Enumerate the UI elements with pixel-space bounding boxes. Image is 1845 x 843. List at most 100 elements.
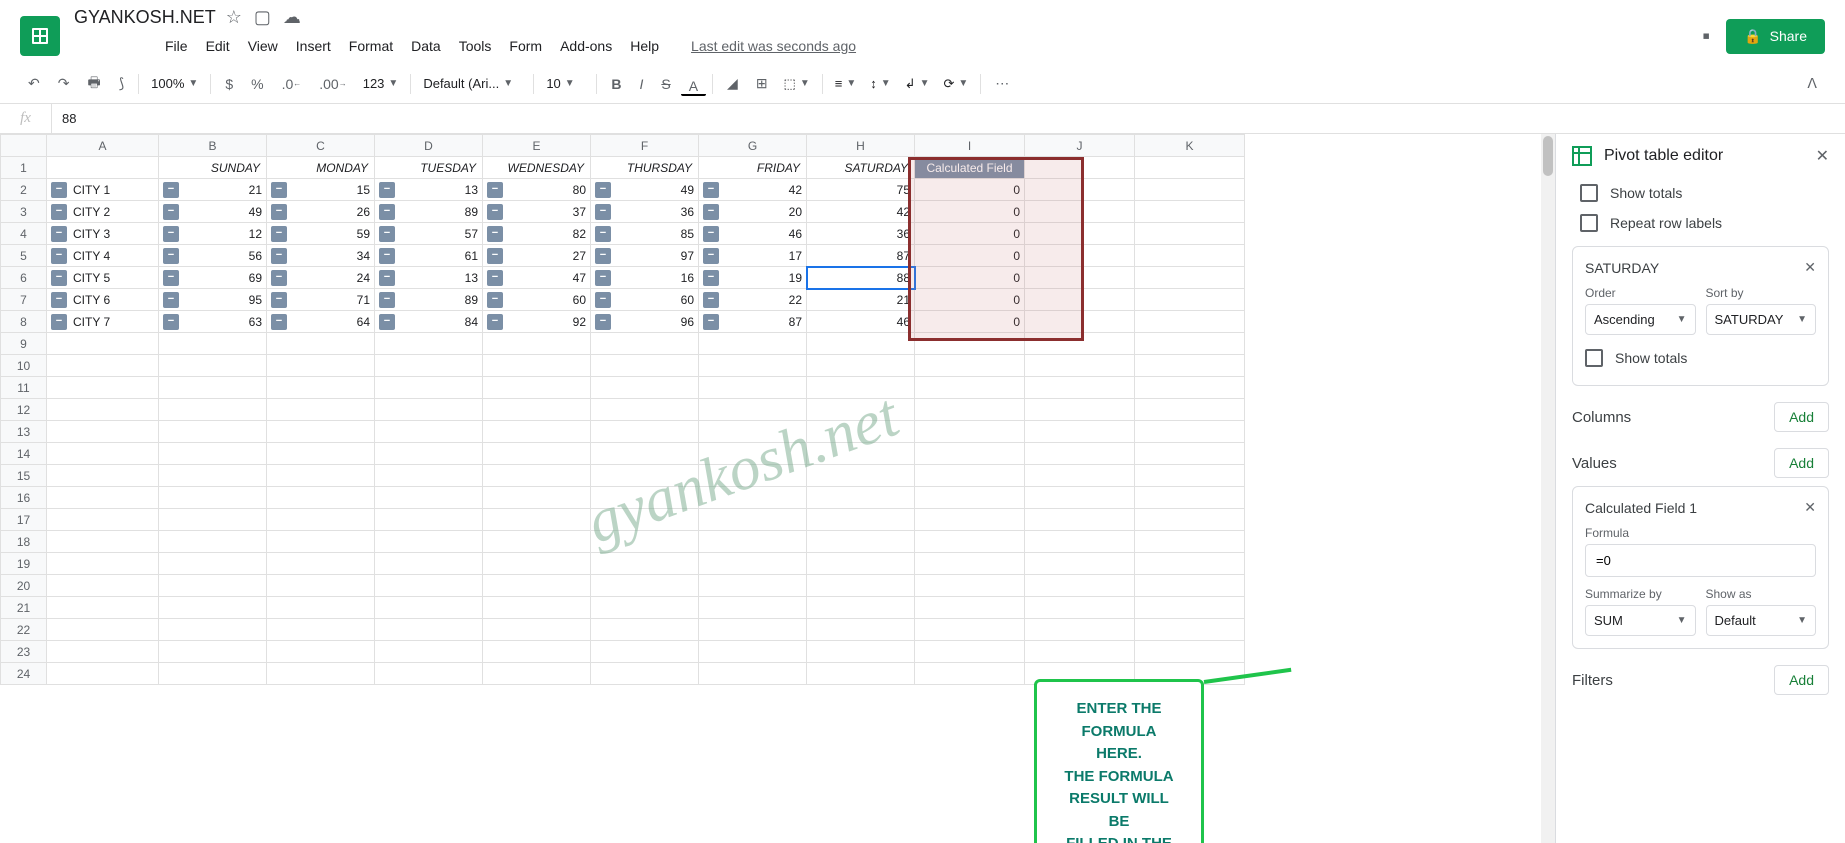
menu-edit[interactable]: Edit (199, 34, 237, 58)
sidebar-close-button[interactable]: ✕ (1816, 146, 1829, 166)
cell[interactable] (1135, 487, 1245, 509)
collapse-icon[interactable]: − (51, 270, 67, 286)
collapse-icon[interactable]: − (703, 182, 719, 198)
row-header[interactable]: 2 (1, 179, 47, 201)
row-header[interactable]: 19 (1, 553, 47, 575)
collapse-icon[interactable]: − (379, 226, 395, 242)
star-icon[interactable]: ☆ (226, 7, 242, 28)
wrap-button[interactable]: ↲▼ (899, 72, 936, 96)
cell[interactable] (1025, 619, 1135, 641)
cell[interactable] (1025, 289, 1135, 311)
cell[interactable] (47, 421, 159, 443)
row-header[interactable]: 21 (1, 597, 47, 619)
value-cell[interactable]: 88 (807, 267, 915, 289)
cell[interactable] (47, 157, 159, 179)
cell[interactable] (375, 531, 483, 553)
collapse-icon[interactable]: − (379, 204, 395, 220)
row-header[interactable]: 1 (1, 157, 47, 179)
value-cell[interactable]: −89 (375, 201, 483, 223)
rotate-button[interactable]: ⟳▼ (937, 72, 974, 96)
cell[interactable] (159, 355, 267, 377)
cell[interactable] (699, 641, 807, 663)
collapse-icon[interactable]: − (51, 182, 67, 198)
cell[interactable] (915, 465, 1025, 487)
cell[interactable] (267, 377, 375, 399)
cell[interactable] (483, 531, 591, 553)
row-header[interactable]: 4 (1, 223, 47, 245)
cell[interactable] (1025, 487, 1135, 509)
cell[interactable] (267, 465, 375, 487)
city-cell[interactable]: −CITY 4 (47, 245, 159, 267)
cell[interactable] (375, 575, 483, 597)
cell[interactable] (159, 553, 267, 575)
number-format-select[interactable]: 123▼ (357, 72, 405, 95)
cell[interactable] (807, 641, 915, 663)
city-cell[interactable]: −CITY 5 (47, 267, 159, 289)
calc-cell[interactable]: 0 (915, 179, 1025, 201)
value-cell[interactable]: 36 (807, 223, 915, 245)
cell[interactable] (915, 355, 1025, 377)
value-cell[interactable]: −34 (267, 245, 375, 267)
cell[interactable] (591, 421, 699, 443)
value-cell[interactable]: −80 (483, 179, 591, 201)
cell[interactable] (591, 663, 699, 685)
collapse-icon[interactable]: − (163, 182, 179, 198)
collapse-icon[interactable]: − (51, 204, 67, 220)
cell[interactable] (699, 531, 807, 553)
cell[interactable] (699, 421, 807, 443)
day-header-monday[interactable]: MONDAY (267, 157, 375, 179)
collapse-icon[interactable]: − (163, 226, 179, 242)
cell[interactable] (47, 663, 159, 685)
menu-addons[interactable]: Add-ons (553, 34, 619, 58)
cell[interactable] (1025, 333, 1135, 355)
cell[interactable] (807, 355, 915, 377)
cell[interactable] (699, 333, 807, 355)
collapse-icon[interactable]: − (703, 204, 719, 220)
collapse-icon[interactable]: − (595, 182, 611, 198)
fill-color-button[interactable]: ◢ (719, 69, 746, 98)
day-header-wednesday[interactable]: WEDNESDAY (483, 157, 591, 179)
cell[interactable] (483, 663, 591, 685)
cell[interactable] (807, 443, 915, 465)
cell[interactable] (159, 531, 267, 553)
cell[interactable] (47, 355, 159, 377)
city-cell[interactable]: −CITY 1 (47, 179, 159, 201)
comments-icon[interactable]: ▪ (1702, 23, 1710, 49)
cell[interactable] (699, 355, 807, 377)
order-select[interactable]: Ascending▼ (1585, 304, 1696, 335)
collapse-icon[interactable]: − (163, 248, 179, 264)
value-cell[interactable]: −27 (483, 245, 591, 267)
values-add-button[interactable]: Add (1774, 448, 1829, 478)
cell[interactable] (1135, 289, 1245, 311)
cell[interactable] (807, 333, 915, 355)
showas-select[interactable]: Default▼ (1706, 605, 1817, 636)
cell[interactable] (47, 333, 159, 355)
cell[interactable] (1135, 553, 1245, 575)
cell[interactable] (915, 597, 1025, 619)
cell[interactable] (591, 465, 699, 487)
cell[interactable] (267, 509, 375, 531)
cell[interactable] (1025, 201, 1135, 223)
value-cell[interactable]: −46 (699, 223, 807, 245)
collapse-icon[interactable]: − (271, 292, 287, 308)
cell[interactable] (1025, 179, 1135, 201)
collapse-icon[interactable]: − (163, 204, 179, 220)
calc-field-remove-button[interactable]: ✕ (1804, 499, 1816, 516)
city-cell[interactable]: −CITY 7 (47, 311, 159, 333)
collapse-icon[interactable]: − (487, 292, 503, 308)
day-header-sunday[interactable]: SUNDAY (159, 157, 267, 179)
cell[interactable] (807, 531, 915, 553)
cell[interactable] (699, 575, 807, 597)
row-header[interactable]: 6 (1, 267, 47, 289)
cell[interactable] (47, 619, 159, 641)
collapse-icon[interactable]: − (703, 270, 719, 286)
cell[interactable] (807, 377, 915, 399)
cell[interactable] (267, 421, 375, 443)
collapse-icon[interactable]: − (487, 204, 503, 220)
row-header[interactable]: 24 (1, 663, 47, 685)
sheets-app-icon[interactable] (20, 16, 60, 56)
value-cell[interactable]: 75 (807, 179, 915, 201)
collapse-icon[interactable]: − (595, 226, 611, 242)
value-cell[interactable]: −16 (591, 267, 699, 289)
cell[interactable] (375, 443, 483, 465)
